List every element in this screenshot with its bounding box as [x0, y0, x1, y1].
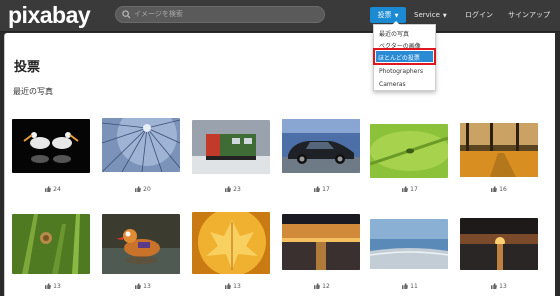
thumbs-up-icon [45, 283, 52, 289]
photo-thumbnail-duck[interactable] [102, 214, 180, 274]
like-count: 23 [193, 186, 273, 193]
menu-item-photographers[interactable]: Photographers [379, 68, 423, 75]
like-count: 13 [103, 283, 183, 290]
thumbs-up-icon [45, 186, 52, 192]
photo-thumbnail-pelicans[interactable] [12, 119, 90, 173]
like-count-value: 12 [322, 283, 330, 290]
caret-down-icon: ▼ [442, 13, 447, 19]
window-edge [555, 33, 560, 296]
photo-thumbnail-car[interactable] [282, 119, 360, 173]
thumbs-up-icon [135, 283, 142, 289]
thumbs-up-icon [314, 186, 321, 192]
thumbs-up-icon [402, 283, 409, 289]
selection-highlight-frame [373, 48, 436, 65]
thumbs-up-icon [135, 186, 142, 192]
like-count-value: 13 [143, 283, 151, 290]
like-count-value: 23 [233, 186, 241, 193]
like-count: 24 [13, 186, 93, 193]
vote-menu-button[interactable]: 投票 ▼ [370, 7, 406, 23]
thumbs-up-icon [225, 283, 232, 289]
section-title: 最近の写真 [13, 87, 53, 96]
like-count: 11 [370, 283, 450, 290]
menu-item-cameras[interactable]: Cameras [379, 81, 406, 88]
search-icon [122, 10, 131, 19]
search-input[interactable]: イメージを検索 [115, 6, 325, 23]
like-count-value: 17 [410, 186, 418, 193]
menu-item-recent-photos[interactable]: 最近の写真 [379, 29, 409, 38]
photo-thumbnail-sunset-sea[interactable] [460, 218, 538, 270]
like-count-value: 17 [322, 186, 330, 193]
vote-menu-label: 投票 [377, 11, 392, 19]
photo-thumbnail-autumn-path[interactable] [460, 123, 538, 177]
photo-thumbnail-beach[interactable] [370, 219, 448, 269]
service-menu-button[interactable]: Service ▼ [414, 7, 447, 23]
like-count-value: 11 [410, 283, 418, 290]
photo-thumbnail-dome[interactable] [102, 118, 180, 172]
photo-thumbnail-locomotive[interactable] [192, 120, 270, 174]
like-count-value: 13 [499, 283, 507, 290]
like-count-value: 20 [143, 186, 151, 193]
login-link[interactable]: ログイン [465, 7, 493, 23]
service-menu-label: Service [414, 11, 440, 19]
photo-thumbnail-autumn-leaf[interactable] [192, 212, 270, 274]
like-count: 17 [370, 186, 450, 193]
like-count: 13 [13, 283, 93, 290]
photo-thumbnail-snail[interactable] [12, 214, 90, 274]
like-count-value: 13 [53, 283, 61, 290]
like-count-value: 24 [53, 186, 61, 193]
like-count: 16 [459, 186, 539, 193]
thumbs-up-icon [402, 186, 409, 192]
like-count: 20 [103, 186, 183, 193]
pixabay-logo[interactable]: pixabay [8, 3, 91, 27]
top-navigation-bar: pixabay イメージを検索 投票 ▼ Service ▼ ログイン サインアップ [0, 0, 560, 32]
like-count: 12 [282, 283, 362, 290]
dropdown-arrow [392, 21, 400, 25]
photo-thumbnail-insect[interactable] [370, 124, 448, 178]
photo-thumbnail-sunset-lake[interactable] [282, 214, 360, 270]
page-title: 投票 [14, 60, 41, 75]
like-count: 13 [193, 283, 273, 290]
thumbs-up-icon [314, 283, 321, 289]
thumbs-up-icon [225, 186, 232, 192]
thumbs-up-icon [491, 283, 498, 289]
search-placeholder: イメージを検索 [134, 10, 183, 18]
signup-link[interactable]: サインアップ [508, 7, 550, 23]
like-count: 13 [459, 283, 539, 290]
thumbs-up-icon [491, 186, 498, 192]
like-count-value: 16 [499, 186, 507, 193]
like-count: 17 [282, 186, 362, 193]
like-count-value: 13 [233, 283, 241, 290]
caret-down-icon: ▼ [394, 13, 399, 19]
